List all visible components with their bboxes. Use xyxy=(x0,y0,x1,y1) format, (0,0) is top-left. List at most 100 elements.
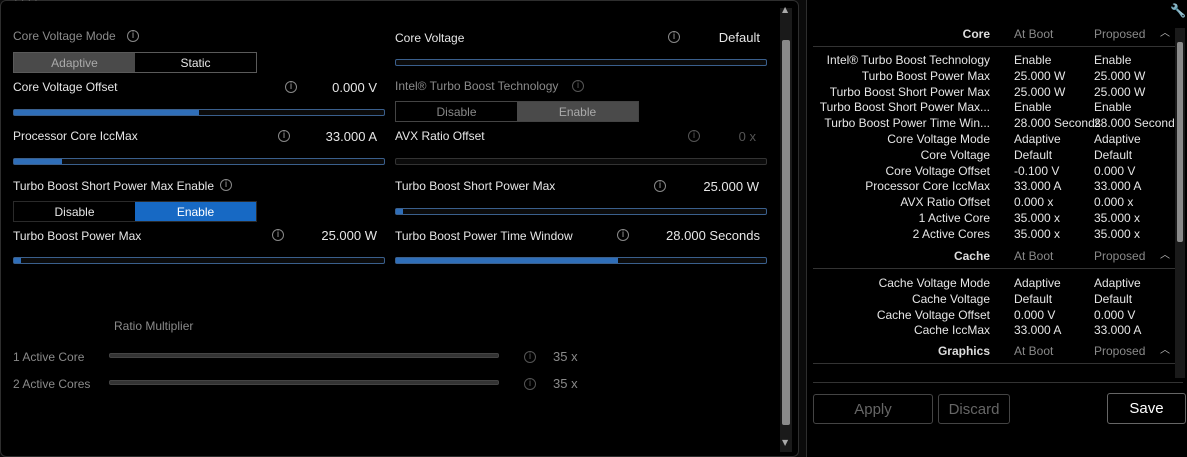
short-power-max-disable[interactable]: Disable xyxy=(14,202,135,221)
core-voltage-label: Core Voltage xyxy=(395,31,465,45)
power-max-label: Turbo Boost Power Max xyxy=(13,229,142,243)
turbo-boost-technology-toggle: Disable Enable xyxy=(395,101,639,122)
right-scroll-thumb[interactable] xyxy=(1177,42,1183,242)
divider xyxy=(813,363,1180,364)
summary-boot-cell: Enable xyxy=(1014,100,1052,115)
at-boot-header: At Boot xyxy=(1014,344,1054,358)
ratio-2-label: 2 Active Cores xyxy=(13,377,91,391)
core-voltage-value: Default xyxy=(718,30,760,45)
turbo-boost-technology-disable[interactable]: Disable xyxy=(396,102,517,121)
scroll-down-icon[interactable]: ▼ xyxy=(782,438,788,447)
avx-ratio-offset-value: 0 x xyxy=(738,129,756,144)
ratio-1-label: 1 Active Core xyxy=(13,350,85,364)
core-voltage-mode-static[interactable]: Static xyxy=(135,53,256,72)
short-power-max-label: Turbo Boost Short Power Max xyxy=(395,179,556,193)
summary-boot-cell: 0.000 x xyxy=(1014,195,1054,210)
info-icon[interactable]: i xyxy=(220,179,232,191)
avx-ratio-offset-slider[interactable] xyxy=(395,158,767,165)
summary-boot-cell: 25.000 W xyxy=(1014,68,1066,83)
summary-proposed-cell: 35.000 x xyxy=(1094,226,1141,241)
power-time-window-slider[interactable] xyxy=(395,257,767,264)
summary-proposed-cell: 33.000 A xyxy=(1094,179,1142,194)
info-icon[interactable]: i xyxy=(572,80,584,92)
core-voltage-offset-label: Core Voltage Offset xyxy=(13,80,118,94)
divider xyxy=(813,46,1180,47)
info-icon[interactable]: i xyxy=(617,229,629,241)
core-voltage-mode-label: Core Voltage Mode xyxy=(13,29,116,43)
info-icon[interactable]: i xyxy=(524,351,536,363)
summary-proposed-cell: Default xyxy=(1094,291,1133,306)
ratio-2-value: 35 x xyxy=(553,376,578,391)
graphics-section-title: Graphics xyxy=(937,344,990,358)
summary-label-cell: Intel® Turbo Boost Technology xyxy=(826,53,990,67)
divider xyxy=(813,268,1180,269)
short-power-max-slider[interactable] xyxy=(395,208,767,215)
processor-core-iccmax-label: Processor Core IccMax xyxy=(13,129,138,143)
save-button[interactable]: Save xyxy=(1107,393,1186,424)
slider-fill xyxy=(14,258,22,263)
summary-boot-cell: Default xyxy=(1014,291,1053,306)
proposed-header: Proposed xyxy=(1094,27,1146,41)
summary-label-cell: Cache Voltage xyxy=(911,291,990,306)
avx-ratio-offset-label: AVX Ratio Offset xyxy=(395,129,485,143)
slider-fill xyxy=(14,159,63,164)
turbo-boost-technology-enable[interactable]: Enable xyxy=(517,102,638,121)
summary-proposed-cell: 25.000 W xyxy=(1094,68,1146,83)
divider xyxy=(813,382,1183,383)
collapse-cache-icon[interactable]: ︿ xyxy=(1160,248,1170,264)
proposed-header: Proposed xyxy=(1094,344,1146,358)
core-voltage-offset-slider[interactable] xyxy=(13,109,385,116)
power-max-value: 25.000 W xyxy=(321,228,377,243)
summary-label-cell: Processor Core IccMax xyxy=(865,179,990,194)
summary-boot-cell: Default xyxy=(1014,147,1053,162)
core-voltage-mode-toggle: Adaptive Static xyxy=(13,52,257,73)
ratio-1-slider[interactable] xyxy=(109,353,499,358)
power-time-window-label: Turbo Boost Power Time Window xyxy=(395,229,573,243)
collapse-core-icon[interactable]: ︿ xyxy=(1160,26,1170,42)
summary-boot-cell: 25.000 W xyxy=(1014,84,1066,99)
processor-core-iccmax-slider[interactable] xyxy=(13,158,385,165)
summary-label-cell: Turbo Boost Power Time Win... xyxy=(824,116,990,131)
summary-table: Core At Boot Proposed ︿ Intel® Turbo Boo… xyxy=(813,26,1180,376)
power-max-slider[interactable] xyxy=(13,257,385,264)
summary-boot-cell: -0.100 V xyxy=(1014,163,1060,178)
summary-boot-cell: Adaptive xyxy=(1014,132,1061,146)
wrench-icon[interactable]: 🔧 xyxy=(1170,4,1186,19)
summary-proposed-cell: 33.000 A xyxy=(1094,323,1142,338)
cache-section-title: Cache xyxy=(953,249,990,263)
summary-boot-cell: 35.000 x xyxy=(1014,226,1061,241)
summary-boot-cell: Adaptive xyxy=(1014,276,1061,290)
short-power-max-enable-toggle: Disable Enable xyxy=(13,201,257,222)
core-voltage-slider[interactable] xyxy=(395,59,767,66)
summary-proposed-cell: Adaptive xyxy=(1094,132,1141,146)
ratio-multiplier-heading: Ratio Multiplier xyxy=(114,319,194,333)
short-power-max-value: 25.000 W xyxy=(703,179,759,194)
info-icon[interactable]: i xyxy=(127,30,139,42)
core-voltage-mode-adaptive[interactable]: Adaptive xyxy=(14,53,135,72)
summary-boot-cell: 35.000 x xyxy=(1014,211,1061,225)
apply-button[interactable]: Apply xyxy=(813,394,933,424)
collapse-graphics-icon[interactable]: ︿ xyxy=(1160,343,1170,359)
summary-label-cell: Turbo Boost Short Power Max... xyxy=(819,100,990,115)
slider-fill xyxy=(396,258,618,263)
summary-proposed-cell: 35.000 x xyxy=(1094,211,1141,225)
summary-boot-cell: 33.000 A xyxy=(1014,323,1062,338)
ratio-2-slider[interactable] xyxy=(109,380,499,385)
discard-button[interactable]: Discard xyxy=(938,394,1010,424)
scroll-up-icon[interactable]: ▲ xyxy=(782,5,788,14)
info-icon[interactable]: i xyxy=(524,378,536,390)
left-scroll-thumb[interactable] xyxy=(782,40,790,425)
summary-label-cell: 2 Active Cores xyxy=(912,226,990,241)
summary-label-cell: Cache Voltage Offset xyxy=(876,307,990,322)
summary-proposed-cell: 28.000 Seconds xyxy=(1094,116,1180,131)
summary-boot-cell: 0.000 V xyxy=(1014,307,1056,322)
summary-proposed-cell: 0.000 x xyxy=(1094,195,1134,210)
turbo-boost-technology-label: Intel® Turbo Boost Technology xyxy=(395,79,559,93)
at-boot-header: At Boot xyxy=(1014,249,1054,263)
ratio-1-value: 35 x xyxy=(553,349,578,364)
summary-boot-cell: Enable xyxy=(1014,53,1052,67)
summary-proposed-cell: 0.000 V xyxy=(1094,307,1136,322)
short-power-max-enable[interactable]: Enable xyxy=(135,202,256,221)
short-power-max-enable-label: Turbo Boost Short Power Max Enable xyxy=(13,179,214,193)
summary-label-cell: Turbo Boost Short Power Max xyxy=(829,84,990,99)
